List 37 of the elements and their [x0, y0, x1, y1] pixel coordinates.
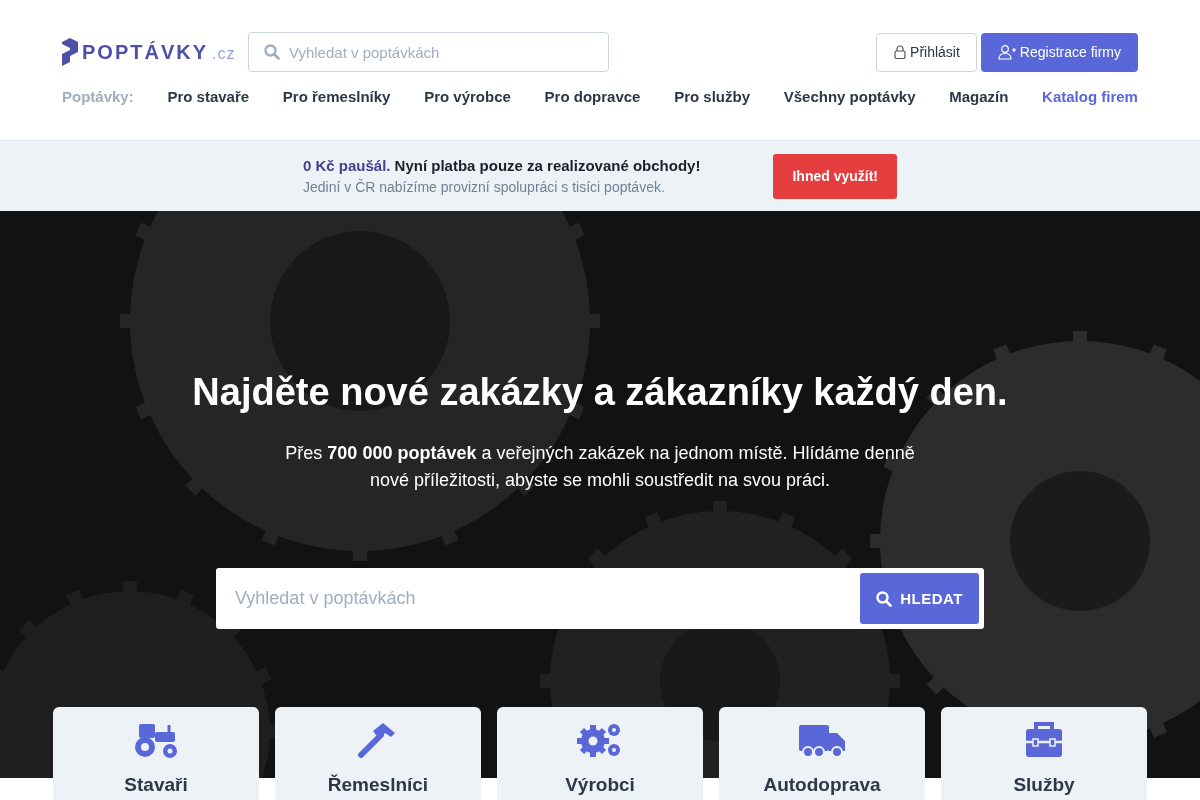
- hero-text: Přes 700 000 poptávek a veřejných zakázek na jednom místě. Hlídáme denně nové příležitosti, abyste se mohli soustředit na svou práci.: [284, 442, 916, 492]
- category-card[interactable]: Řemeslníci: [275, 707, 481, 800]
- nav-label: Poptávky:: [62, 88, 134, 105]
- promo-highlight: 0 Kč paušál.: [303, 157, 391, 174]
- search-button[interactable]: HLEDAT: [860, 573, 979, 624]
- search-field[interactable]: Vyhledat v poptávkách: [248, 32, 609, 72]
- promo-subtext: Jediní v ČR nabízíme provizní spolupráci s tisíci poptávek.: [303, 179, 666, 195]
- category-card[interactable]: Výrobci: [497, 707, 703, 800]
- category-label: Stavaři: [124, 774, 188, 796]
- nav-link[interactable]: Pro služby: [674, 88, 751, 105]
- promo-headline: Nyní platba pouze za realizované obchody!: [394, 157, 701, 174]
- category-label: Výrobci: [565, 774, 635, 796]
- category-card[interactable]: Stavaři: [53, 707, 259, 800]
- nav-link[interactable]: Všechny poptávky: [783, 88, 916, 105]
- nav-link[interactable]: Pro výrobce: [424, 88, 511, 105]
- user-plus-icon: [997, 44, 1016, 60]
- hero-title: Najděte nové zakázky a zákazníky každý den.: [192, 371, 1008, 414]
- nav-link[interactable]: Pro stavaře: [167, 88, 250, 105]
- category-label: Služby: [1013, 774, 1075, 796]
- nav-link[interactable]: Magazín: [949, 88, 1009, 105]
- category-card[interactable]: Autodoprava: [719, 707, 925, 800]
- category-card[interactable]: Služby: [941, 707, 1147, 800]
- logo-icon[interactable]: [62, 38, 78, 66]
- nav-link[interactable]: Pro dopravce: [544, 88, 641, 105]
- logo-text[interactable]: POPTÁVKY: [82, 40, 209, 64]
- nav-link[interactable]: Katalog firem: [1042, 88, 1138, 105]
- promo-button[interactable]: Ihned využít!: [773, 153, 897, 199]
- lock-icon: [893, 45, 908, 59]
- tractor-icon: [133, 721, 179, 759]
- register-button[interactable]: Registrace firmy: [980, 32, 1138, 72]
- search-bar[interactable]: Vyhledat v poptávkách HLEDAT: [216, 568, 984, 629]
- login-button[interactable]: Přihlásit: [876, 32, 977, 72]
- nav-link[interactable]: Pro řemeslníky: [282, 88, 391, 105]
- category-label: Řemeslníci: [327, 774, 429, 796]
- gears-icon: [577, 721, 623, 759]
- search-icon: [876, 590, 893, 607]
- category-label: Autodoprava: [763, 774, 881, 796]
